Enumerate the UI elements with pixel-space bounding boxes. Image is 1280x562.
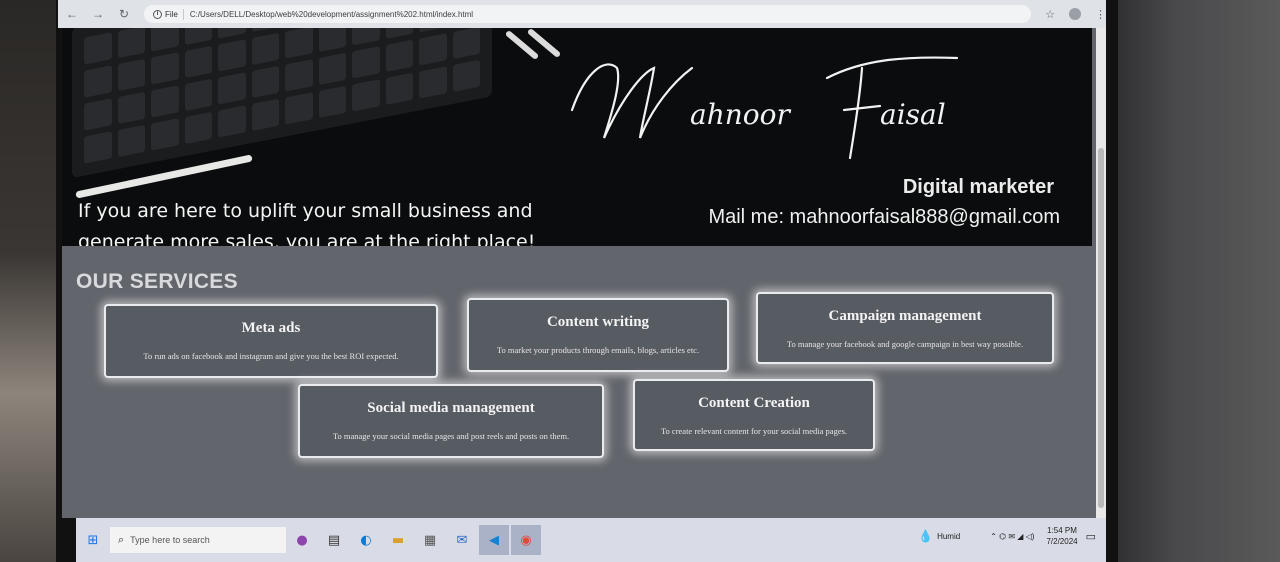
scrollbar-thumb[interactable] xyxy=(1098,148,1104,508)
service-card-description: To market your products through emails, … xyxy=(496,345,700,355)
windows-start-icon[interactable]: ⊞ xyxy=(76,533,110,548)
hero-role: Digital marketer xyxy=(902,176,1054,198)
service-card-title: Content Creation xyxy=(698,395,810,411)
service-card-description: To run ads on facebook and instagram and… xyxy=(143,351,399,361)
service-card-description: To create relevant content for your soci… xyxy=(660,426,848,436)
file-label: File xyxy=(164,9,178,19)
humidity-drop-icon: 💧 xyxy=(918,529,934,543)
clock-time: 1:54 PM xyxy=(1047,526,1077,535)
url-text[interactable]: C:/Users/DELL/Desktop/web%20development/… xyxy=(190,10,473,19)
file-explorer-icon[interactable]: ▬ xyxy=(383,525,413,555)
profile-avatar-icon[interactable] xyxy=(1069,8,1081,20)
info-icon: i xyxy=(152,9,162,19)
services-heading: OUR SERVICES xyxy=(76,270,238,293)
photo-background-left xyxy=(0,0,62,562)
page-viewport: ahnoor aisal If you are here to uplift y… xyxy=(62,28,1096,518)
hero-banner: ahnoor aisal If you are here to uplift y… xyxy=(62,28,1092,246)
address-bar[interactable]: i File C:/Users/DELL/Desktop/web%20devel… xyxy=(143,5,1032,23)
service-card-campaign-management: Campaign management To manage your faceb… xyxy=(756,292,1054,364)
clock-date: 7/2/2024 xyxy=(1046,537,1078,546)
weather-label: Humid xyxy=(937,531,961,541)
search-placeholder: Type here to search xyxy=(130,535,210,545)
keyboard-photo xyxy=(72,28,492,179)
hero-email: Mail me: mahnoorfaisal888@gmail.com xyxy=(708,206,1060,228)
vscode-icon[interactable]: ◀ xyxy=(479,525,509,555)
edge-browser-icon[interactable]: ◐ xyxy=(351,525,381,555)
taskbar-search-input[interactable]: ⌕ Type here to search xyxy=(110,527,286,553)
signature-logo: ahnoor aisal xyxy=(570,56,959,160)
service-card-content-creation: Content Creation To create relevant cont… xyxy=(633,379,875,451)
service-card-description: To manage your facebook and google campa… xyxy=(786,339,1024,349)
hero-tagline: If you are here to uplift your small bus… xyxy=(78,200,536,246)
chrome-icon[interactable]: ◉ xyxy=(511,525,541,555)
svg-text:ahnoor: ahnoor xyxy=(690,98,791,131)
notification-icon[interactable]: ▭ xyxy=(1086,530,1096,543)
service-card-title: Social media management xyxy=(367,400,535,416)
service-card-title: Campaign management xyxy=(828,308,982,324)
service-card-content-writing: Content writing To market your products … xyxy=(467,298,729,372)
microsoft-store-icon[interactable]: ▦ xyxy=(415,525,445,555)
forward-icon[interactable]: → xyxy=(92,7,104,21)
service-card-meta-ads: Meta ads To run ads on facebook and inst… xyxy=(104,304,438,378)
service-card-description: To manage your social media pages and po… xyxy=(332,431,570,441)
mail-icon[interactable]: ✉ xyxy=(447,525,477,555)
page-scrollbar[interactable] xyxy=(1096,28,1106,518)
service-card-title: Meta ads xyxy=(241,320,301,336)
browser-toolbar: ← → ↻ i File C:/Users/DELL/Desktop/web%2… xyxy=(58,0,1106,28)
system-tray: 💧 Humid ⌃ ⌬ ✉ ◢ ◁) 1:54 PM 7/2/2024 ▭ xyxy=(918,518,1106,554)
photo-background-right xyxy=(1105,0,1280,562)
bookmark-star-icon[interactable]: ☆ xyxy=(1045,8,1055,21)
tray-icons[interactable]: ⌃ ⌬ ✉ ◢ ◁) xyxy=(990,532,1034,541)
weather-widget[interactable]: 💧 Humid xyxy=(918,529,960,543)
cortana-icon[interactable]: ● xyxy=(287,525,317,555)
site-info-chip[interactable]: i File xyxy=(148,8,184,20)
service-card-social-media-management: Social media management To manage your s… xyxy=(298,384,604,458)
search-icon: ⌕ xyxy=(118,533,125,546)
svg-text:aisal: aisal xyxy=(880,98,946,131)
windows-taskbar: ⊞ ⌕ Type here to search ● ▤ ◐ ▬ ▦ ✉ ◀ ◉ … xyxy=(76,518,1106,562)
back-icon[interactable]: ← xyxy=(66,7,78,21)
taskbar-clock[interactable]: 1:54 PM 7/2/2024 xyxy=(1046,525,1077,547)
reload-icon[interactable]: ↻ xyxy=(118,7,130,21)
browser-menu-icon[interactable]: ⋮ xyxy=(1095,8,1106,21)
service-card-title: Content writing xyxy=(546,314,650,330)
task-view-icon[interactable]: ▤ xyxy=(319,525,349,555)
